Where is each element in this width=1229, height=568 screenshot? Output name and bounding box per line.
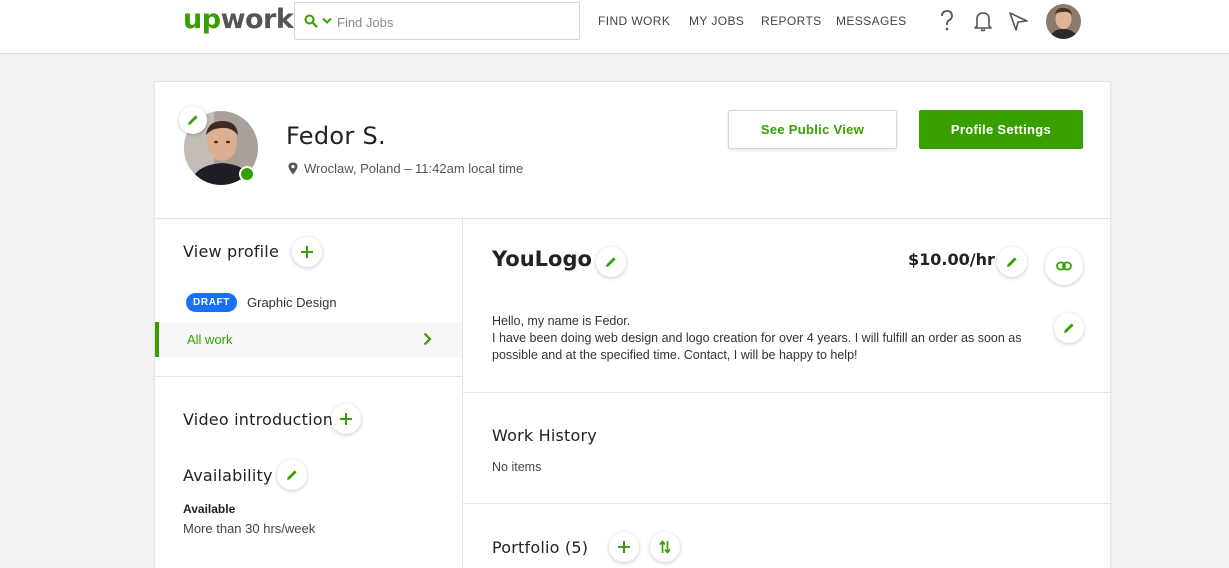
pencil-icon <box>287 470 297 480</box>
search-box <box>294 2 580 40</box>
nav-my-jobs[interactable]: MY JOBS <box>689 14 744 28</box>
overview-divider <box>463 392 1112 393</box>
help-icon[interactable] <box>939 9 955 33</box>
logo-up-text: up <box>183 4 221 35</box>
availability-status: Available <box>183 502 236 516</box>
sort-icon <box>659 540 671 554</box>
upwork-logo[interactable]: upwork <box>183 4 294 38</box>
pencil-icon <box>188 115 198 125</box>
bell-icon[interactable] <box>973 10 993 32</box>
portfolio-title: Portfolio (5) <box>492 538 589 557</box>
add-video-button[interactable] <box>331 404 361 434</box>
header-divider <box>155 218 1112 219</box>
nav-messages[interactable]: MESSAGES <box>836 14 907 28</box>
draft-profile-link[interactable]: Graphic Design <box>247 295 337 310</box>
pencil-icon <box>606 257 616 267</box>
send-icon[interactable] <box>1008 11 1029 32</box>
column-divider <box>462 218 463 568</box>
link-icon <box>1056 261 1072 271</box>
video-introduction-title: Video introduction <box>183 410 334 429</box>
sidebar-divider <box>155 376 462 377</box>
profile-name: Fedor S. <box>286 122 386 150</box>
profile-settings-button[interactable]: Profile Settings <box>919 110 1083 149</box>
search-icon[interactable] <box>304 14 318 28</box>
draft-badge: DRAFT <box>186 293 237 312</box>
overview-description: I have been doing web design and logo cr… <box>492 331 1022 362</box>
plus-icon <box>301 246 313 258</box>
chevron-right-icon <box>423 332 432 346</box>
view-profile-title: View profile <box>183 242 279 261</box>
work-history-empty: No items <box>492 460 542 474</box>
availability-hours: More than 30 hrs/week <box>183 521 316 536</box>
profile-overview: Hello, my name is Fedor. I have been doi… <box>492 313 1052 364</box>
sidebar-item-all-work[interactable]: All work <box>155 322 462 357</box>
plus-icon <box>618 541 630 553</box>
edit-overview-button[interactable] <box>1054 313 1084 343</box>
edit-availability-button[interactable] <box>277 460 307 490</box>
edit-title-button[interactable] <box>596 247 626 277</box>
see-public-view-button[interactable]: See Public View <box>728 110 897 149</box>
chevron-down-icon[interactable] <box>322 17 332 25</box>
location-pin-icon <box>288 162 298 175</box>
add-portfolio-button[interactable] <box>609 532 639 562</box>
nav-find-work[interactable]: FIND WORK <box>598 14 670 28</box>
logo-work-text: work <box>220 4 294 35</box>
work-history-title: Work History <box>492 426 597 445</box>
overview-greeting: Hello, my name is Fedor. <box>492 314 631 328</box>
work-history-divider <box>463 503 1112 504</box>
user-avatar[interactable] <box>1046 4 1081 39</box>
top-navigation-bar: upwork FIND WORK MY JOBS REPORTS MESSAGE… <box>0 0 1229 54</box>
hourly-rate: $10.00/hr <box>908 250 995 269</box>
sort-portfolio-button[interactable] <box>650 532 680 562</box>
pencil-icon <box>1007 257 1017 267</box>
pencil-icon <box>1064 323 1074 333</box>
copy-link-button[interactable] <box>1045 247 1083 285</box>
all-work-label: All work <box>187 332 233 347</box>
edit-photo-button[interactable] <box>179 106 207 134</box>
edit-rate-button[interactable] <box>997 247 1027 277</box>
profile-card: Fedor S. Wroclaw, Poland – 11:42am local… <box>154 81 1112 568</box>
availability-title: Availability <box>183 466 273 485</box>
nav-reports[interactable]: REPORTS <box>761 14 822 28</box>
plus-icon <box>340 413 352 425</box>
profile-title: YouLogo <box>492 247 592 271</box>
location-text: Wroclaw, Poland – 11:42am local time <box>304 161 524 176</box>
add-profile-button[interactable] <box>292 237 322 267</box>
online-status-dot <box>239 166 255 182</box>
profile-location: Wroclaw, Poland – 11:42am local time <box>288 161 523 176</box>
search-input[interactable] <box>337 12 567 32</box>
